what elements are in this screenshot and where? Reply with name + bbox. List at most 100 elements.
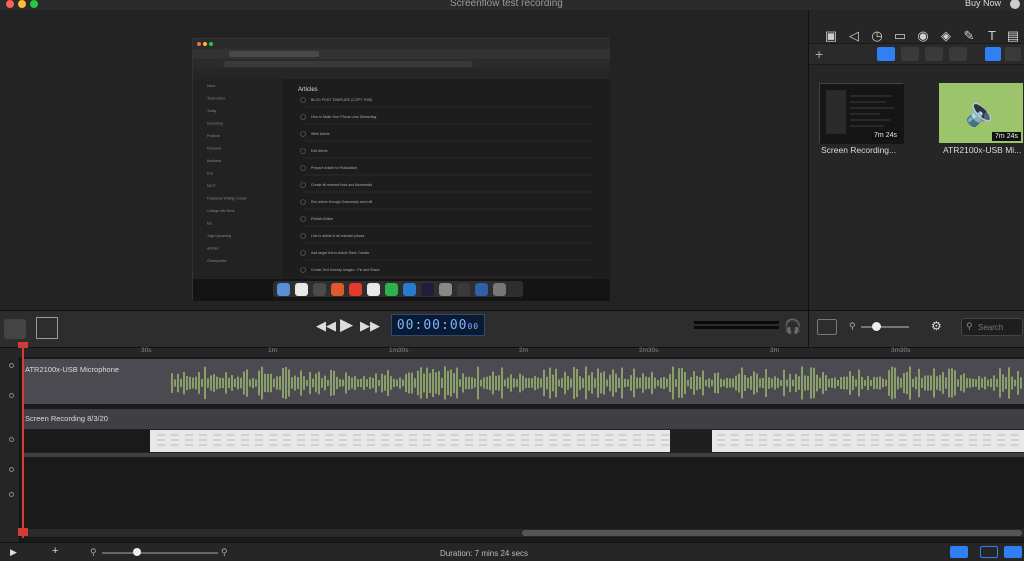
preview-task: Create Text Overlay Images - Pin and Sha… [311, 268, 380, 272]
crop-button[interactable] [36, 317, 58, 339]
zoom-slider-knob[interactable] [133, 548, 141, 556]
preview-sidebar-item: Tags Upcoming [207, 234, 231, 238]
buy-now-button[interactable]: Buy Now [965, 0, 1001, 8]
screen-record-icon[interactable]: ▣ [823, 28, 839, 44]
video-clip[interactable]: Screen Recording 8/3/20 [22, 409, 1024, 457]
preview-sidebar-item: Inbox [207, 84, 216, 88]
panel-toggle-button[interactable] [1004, 546, 1022, 558]
track-toggle-icon[interactable] [9, 467, 14, 472]
preview-sidebar-item: MCIT [207, 184, 216, 188]
scrollbar-thumb[interactable] [522, 530, 1022, 536]
canvas-area: Articles Inbox Team Inbox Today Upcoming Pro… [0, 10, 808, 310]
buy-arrow-icon[interactable] [1010, 0, 1020, 9]
recording-preview[interactable]: Articles Inbox Team Inbox Today Upcoming Pro… [192, 38, 610, 301]
library-search[interactable]: ⚲ Search [961, 318, 1023, 336]
play-icon[interactable]: ▶ [340, 315, 353, 335]
minimize-window-icon[interactable] [18, 0, 26, 8]
add-track-icon[interactable]: + [52, 545, 58, 557]
preview-task: How to Make Your Phone Less Distracting [311, 115, 376, 119]
preview-sidebar-item: Today [207, 109, 217, 113]
media-filter-image-tab[interactable] [949, 47, 967, 61]
monitor-icon[interactable]: ▭ [892, 28, 908, 44]
playhead[interactable] [18, 342, 28, 538]
library-icon[interactable]: ▤ [1005, 28, 1021, 44]
timeline-ruler[interactable]: 30s 1m 1m30s 2m 2m30s 3m 3m30s [0, 347, 1024, 357]
volume-meter-right [694, 326, 779, 329]
ruler-tick: 2m30s [639, 347, 659, 354]
timeline-tracks: ATR2100x-USB Microphone Screen Recording… [0, 357, 1024, 542]
audio-waveform [171, 366, 1022, 400]
fast-forward-icon[interactable]: ▶▶ [360, 318, 380, 334]
filter-icon[interactable]: ◈ [938, 28, 954, 44]
window-title: Screenflow test recording [450, 0, 563, 9]
media-filter-all-tab[interactable] [877, 47, 895, 61]
preview-task: Prepare Article for Publication [311, 166, 357, 170]
grid-view-button[interactable] [985, 47, 1001, 61]
speaker-icon: 🔈 [965, 96, 1000, 127]
preview-sidebar-item: Checkpoints [207, 259, 227, 263]
track-toggle-icon[interactable] [9, 363, 14, 368]
timeline-zoom-in-icon: ⚲ [221, 547, 228, 557]
dock-app-icon [295, 283, 308, 296]
add-media-button[interactable]: + [815, 47, 837, 61]
markers-button[interactable] [980, 546, 998, 558]
browser-screenshot: Articles Inbox Team Inbox Today Upcoming Pro… [193, 39, 610, 301]
track-toggle-icon[interactable] [9, 437, 14, 442]
timeline-scrollbar[interactable] [22, 529, 1024, 537]
media-item-video[interactable]: 7m 24s [819, 83, 904, 144]
zoom-window-icon[interactable] [30, 0, 38, 8]
audio-icon[interactable]: ◁ [846, 28, 862, 44]
annotation-icon[interactable]: ✎ [961, 28, 977, 44]
add-to-timeline-button[interactable] [817, 319, 837, 335]
media-library-panel: ▣ ◁ ◷ ▭ ◉ ◈ ✎ T ▤ + 7m 24s Screen Record… [808, 10, 1024, 347]
list-view-button[interactable] [1005, 47, 1021, 61]
close-window-icon[interactable] [6, 0, 14, 8]
media-filter-video-tab[interactable] [925, 47, 943, 61]
dock-app-icon [439, 283, 452, 296]
ruler-tick: 30s [141, 347, 152, 354]
search-placeholder: Search [978, 323, 1004, 332]
status-bar: ▶ + ⚲ ⚲ Duration: 7 mins 24 secs [0, 542, 1024, 561]
track-toggle-icon[interactable] [9, 492, 14, 497]
rewind-icon[interactable]: ◀◀ [316, 318, 336, 334]
clock-icon[interactable]: ◷ [869, 28, 885, 44]
snap-toggle-button[interactable] [950, 546, 968, 558]
preview-sidebar-item: Etc. [207, 222, 213, 226]
audio-clip[interactable]: ATR2100x-USB Microphone [22, 359, 1024, 404]
dock-app-icon [367, 283, 380, 296]
filmstrip-detail [157, 434, 1019, 446]
dock-app-icon [403, 283, 416, 296]
preview-task: Add target link to Article Rank Tracker [311, 251, 370, 255]
ruler-tick: 3m [770, 347, 780, 354]
ruler-tick: 3m30s [891, 347, 911, 354]
timecode-display: 00:00:0000 [391, 314, 485, 336]
duration-label: Duration: 7 mins 24 secs [440, 549, 529, 558]
playhead-bottom-handle[interactable] [18, 528, 28, 536]
headphones-icon[interactable]: 🎧 [784, 318, 801, 335]
media-item-label: Screen Recording... [821, 145, 897, 155]
dock-app-icon [421, 283, 434, 296]
dock-app-icon [277, 283, 290, 296]
callout-icon[interactable]: ◉ [915, 28, 931, 44]
video-clip-label: Screen Recording 8/3/20 [25, 414, 108, 423]
preview-sidebar-item: Freelance Writing Course [207, 197, 247, 201]
slider-knob[interactable] [872, 322, 881, 331]
preview-sidebar-item: ICS [207, 172, 214, 176]
preview-sidebar-item: Business [207, 159, 221, 163]
preview-sidebar-item: Personal [207, 147, 221, 151]
media-duration: 7m 24s [992, 132, 1021, 141]
timeline-zoom-slider[interactable] [102, 552, 218, 554]
search-icon: ⚲ [966, 321, 973, 331]
settings-gear-icon[interactable]: ⚙ [931, 319, 942, 333]
preview-task: Publish Article [311, 217, 333, 221]
preview-sidebar-item: Team Inbox [207, 97, 225, 101]
media-filter-audio-tab[interactable] [901, 47, 919, 61]
dock-app-icon [385, 283, 398, 296]
thumb-size-slider[interactable] [861, 326, 909, 328]
playhead-handle[interactable] [18, 342, 28, 348]
pointer-tool-icon[interactable]: ▶ [10, 547, 17, 558]
layout-toggle-button[interactable] [4, 319, 26, 339]
text-icon[interactable]: T [984, 28, 1000, 44]
media-item-audio[interactable]: 🔈 7m 24s [939, 83, 1023, 143]
track-toggle-icon[interactable] [9, 393, 14, 398]
